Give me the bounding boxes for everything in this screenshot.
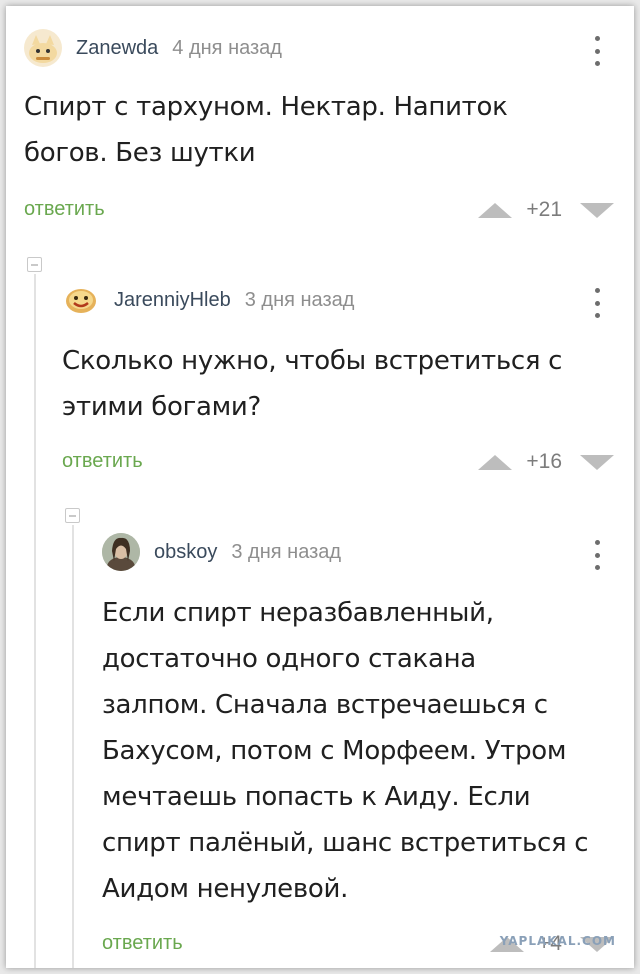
comment-text-line: Бахусом, потом с Морфеем. Утром bbox=[102, 736, 567, 766]
score: +16 bbox=[526, 450, 562, 473]
vote-controls: +21 bbox=[478, 198, 614, 222]
comment-text-line: Сколько нужно, чтобы встретиться с bbox=[62, 346, 563, 376]
avatar[interactable] bbox=[62, 281, 100, 319]
comment-text-line: Аидом ненулевой. bbox=[102, 874, 349, 904]
comment-text-line: спирт палёный, шанс встретиться с bbox=[102, 828, 589, 858]
watermark: YAPLAKAL.COM bbox=[499, 934, 616, 948]
upvote-icon[interactable] bbox=[478, 202, 513, 218]
timestamp: 3 дня назад bbox=[244, 288, 355, 311]
comment-text-line: Спирт с тархуном. Нектар. Напиток bbox=[24, 92, 508, 122]
downvote-icon[interactable] bbox=[580, 202, 614, 218]
timestamp: 3 дня назад bbox=[231, 540, 342, 563]
collapse-thread-button[interactable] bbox=[27, 257, 42, 272]
collapse-thread-button[interactable] bbox=[65, 508, 80, 523]
more-options-icon[interactable] bbox=[592, 288, 602, 318]
more-options-icon[interactable] bbox=[592, 540, 602, 570]
reply-button[interactable]: ответить bbox=[102, 932, 183, 955]
thread-line bbox=[34, 274, 36, 968]
thread-line bbox=[72, 525, 74, 968]
reply-button[interactable]: ответить bbox=[62, 450, 143, 473]
more-options-icon[interactable] bbox=[592, 36, 602, 66]
vote-controls: +16 bbox=[478, 450, 614, 474]
avatar[interactable] bbox=[102, 533, 140, 571]
downvote-icon[interactable] bbox=[580, 454, 614, 470]
score: +21 bbox=[526, 198, 562, 221]
comments-thread: Zanewda 4 дня назад Спирт с тархуном. Не… bbox=[6, 6, 634, 968]
comment-header: JarenniyHleb 3 дня назад bbox=[62, 280, 634, 320]
comment-header: obskoy 3 дня назад bbox=[102, 532, 634, 572]
comment-text-line: достаточно одного стакана bbox=[102, 644, 476, 674]
username[interactable]: Zanewda bbox=[76, 37, 158, 60]
username[interactable]: JarenniyHleb bbox=[114, 289, 231, 312]
comment-text-line: этими богами? bbox=[62, 392, 262, 422]
comment-header: Zanewda 4 дня назад bbox=[24, 28, 634, 68]
comment-text-line: мечтаешь попасть к Аиду. Если bbox=[102, 782, 531, 812]
reply-button[interactable]: ответить bbox=[24, 198, 105, 221]
comment-text-line: залпом. Сначала встречаешься с bbox=[102, 690, 548, 720]
comment-text: Спирт с тархуном. Нектар. Напиток богов.… bbox=[24, 84, 508, 176]
smiley-bread-avatar-icon bbox=[66, 289, 96, 313]
timestamp: 4 дня назад bbox=[172, 36, 282, 59]
comment-text: Сколько нужно, чтобы встретиться с этими… bbox=[62, 338, 562, 430]
comment-text-line: Если спирт неразбавленный, bbox=[102, 598, 494, 628]
woman-photo-avatar-icon bbox=[102, 533, 140, 571]
avatar[interactable] bbox=[24, 29, 62, 67]
cartoon-cat-avatar-icon bbox=[29, 35, 57, 63]
upvote-icon[interactable] bbox=[478, 454, 513, 470]
username[interactable]: obskoy bbox=[154, 541, 217, 564]
comment-text: Если спирт неразбавленный, достаточно од… bbox=[102, 590, 589, 912]
comment-text-line: богов. Без шутки bbox=[24, 138, 256, 168]
